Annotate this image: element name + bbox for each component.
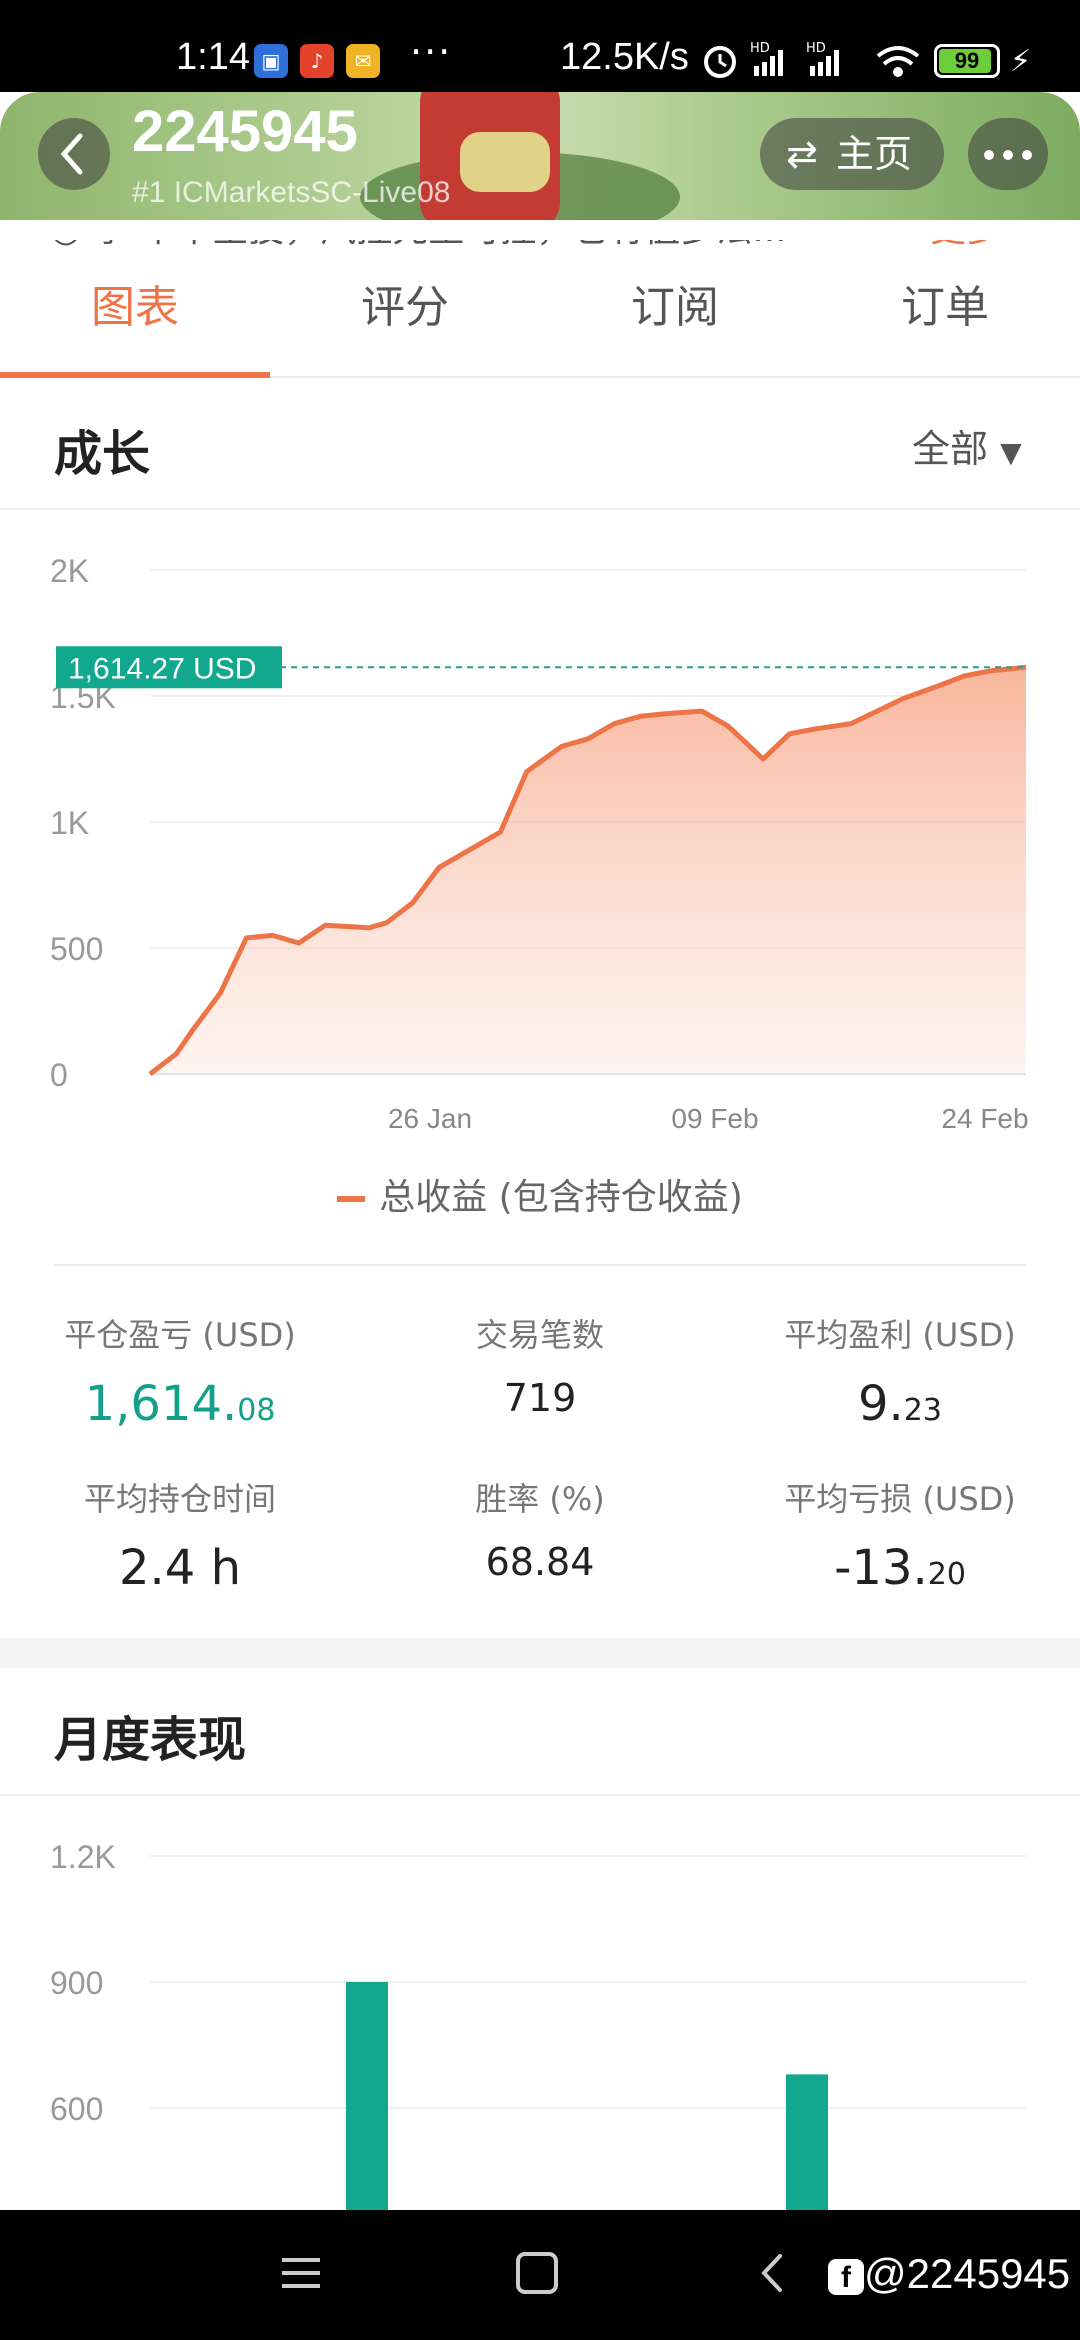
listen-app-icon: ♪ <box>300 44 334 78</box>
growth-title: 成长 <box>54 426 151 482</box>
monthly-title: 月度表现 <box>54 1712 247 1768</box>
y-tick-label: 1K <box>50 805 89 841</box>
facebook-icon: f <box>828 2258 864 2295</box>
stat-avg-hold-time: 平均持仓时间 2.4 h <box>83 1480 276 1596</box>
battery-icon: 99 <box>934 44 1000 78</box>
y-tick-label: 2K <box>50 553 89 589</box>
current-value-tag: 1,614.27 USD <box>56 646 282 689</box>
signal-icon-2: HD <box>806 41 839 76</box>
monthly-bar <box>786 2074 828 2210</box>
svg-text:HD: HD <box>806 41 826 56</box>
stat-avg-profit: 平均盈利 (USD) 9.23 <box>784 1316 1016 1432</box>
y-tick-label: 600 <box>50 2091 103 2127</box>
caret-down-icon: ▼ <box>1000 436 1022 469</box>
more-options-button[interactable] <box>968 118 1048 190</box>
status-icons: HD HD <box>704 41 920 78</box>
tab-subscribe[interactable]: 订阅 <box>540 240 810 376</box>
charging-icon: ⚡ <box>1010 44 1032 79</box>
tab-bar: 图表 评分 订阅 订单 <box>0 240 1080 378</box>
stat-avg-loss: 平均亏损 (USD) -13.20 <box>784 1480 1016 1596</box>
wifi-icon <box>876 46 920 77</box>
tab-chart[interactable]: 图表 <box>0 240 270 378</box>
stat-win-rate: 胜率 (%) 68.84 <box>475 1480 605 1584</box>
x-tick-label: 26 Jan <box>388 1103 472 1134</box>
x-tick-label: 24 Feb <box>941 1103 1028 1134</box>
growth-area-fill <box>150 667 1026 1074</box>
section-gap <box>0 1638 1080 1668</box>
home-button[interactable]: ⇄ 主页 <box>760 118 944 190</box>
watermark: f @2245945 <box>828 2250 1070 2298</box>
calendar-app-icon: ▣ <box>254 44 288 78</box>
network-speed: 12.5K/s <box>560 36 689 78</box>
svg-text:1,614.27 USD: 1,614.27 USD <box>68 652 256 685</box>
chevron-left-icon <box>60 133 83 175</box>
status-time: 1:14 <box>176 36 250 78</box>
chart-legend: 总收益 (包含持仓收益) <box>0 1168 1080 1220</box>
profile-header: 2245945 #1 ICMarketsSC-Live08 ⇄ 主页 <box>0 92 1080 220</box>
svg-text:HD: HD <box>750 41 770 56</box>
alarm-icon <box>704 46 736 78</box>
monthly-bar <box>346 1982 388 2210</box>
banner-figure-decoration <box>460 132 550 192</box>
system-nav-bar: f @2245945 <box>0 2210 1080 2340</box>
menu-icon[interactable] <box>278 2248 324 2298</box>
back-button[interactable] <box>38 118 110 190</box>
active-tab-indicator <box>0 372 270 378</box>
y-tick-label: 0 <box>50 1057 68 1093</box>
status-bar: 1:14 ▣ ♪ ✉ ··· 12.5K/s HD HD 99 ⚡ <box>0 0 1080 92</box>
x-tick-label: 09 Feb <box>671 1103 758 1134</box>
more-notifications-icon: ··· <box>410 30 453 74</box>
range-filter-dropdown[interactable]: 全部 ▼ <box>912 418 1022 473</box>
stat-closed-pnl: 平仓盈亏 (USD) 1,614.08 <box>64 1316 296 1432</box>
legend-label: 总收益 (包含持仓收益) <box>379 1177 743 1218</box>
y-tick-label: 500 <box>50 931 103 967</box>
monthly-bar-chart: 1.2K 900 600 <box>50 1839 1026 2210</box>
swap-icon: ⇄ <box>786 132 818 176</box>
stat-trade-count: 交易笔数 719 <box>475 1316 604 1420</box>
home-square-icon[interactable] <box>512 2248 562 2298</box>
y-tick-label: 1.2K <box>50 1839 116 1875</box>
account-server: #1 ICMarketsSC-Live08 <box>132 176 451 209</box>
tab-rating[interactable]: 评分 <box>270 240 540 376</box>
account-id: 2245945 <box>132 99 358 164</box>
growth-area-chart: 05001K1.5K2K 1,614.27 USD 26 Jan 09 Feb 24… <box>50 553 1029 1134</box>
legend-swatch <box>337 1196 366 1202</box>
signal-icon-1: HD <box>750 41 783 76</box>
mail-app-icon: ✉ <box>346 44 380 78</box>
y-tick-label: 900 <box>50 1965 103 2001</box>
home-button-label: 主页 <box>836 132 913 176</box>
tab-orders[interactable]: 订单 <box>810 240 1080 376</box>
back-arrow-icon[interactable] <box>752 2248 792 2298</box>
